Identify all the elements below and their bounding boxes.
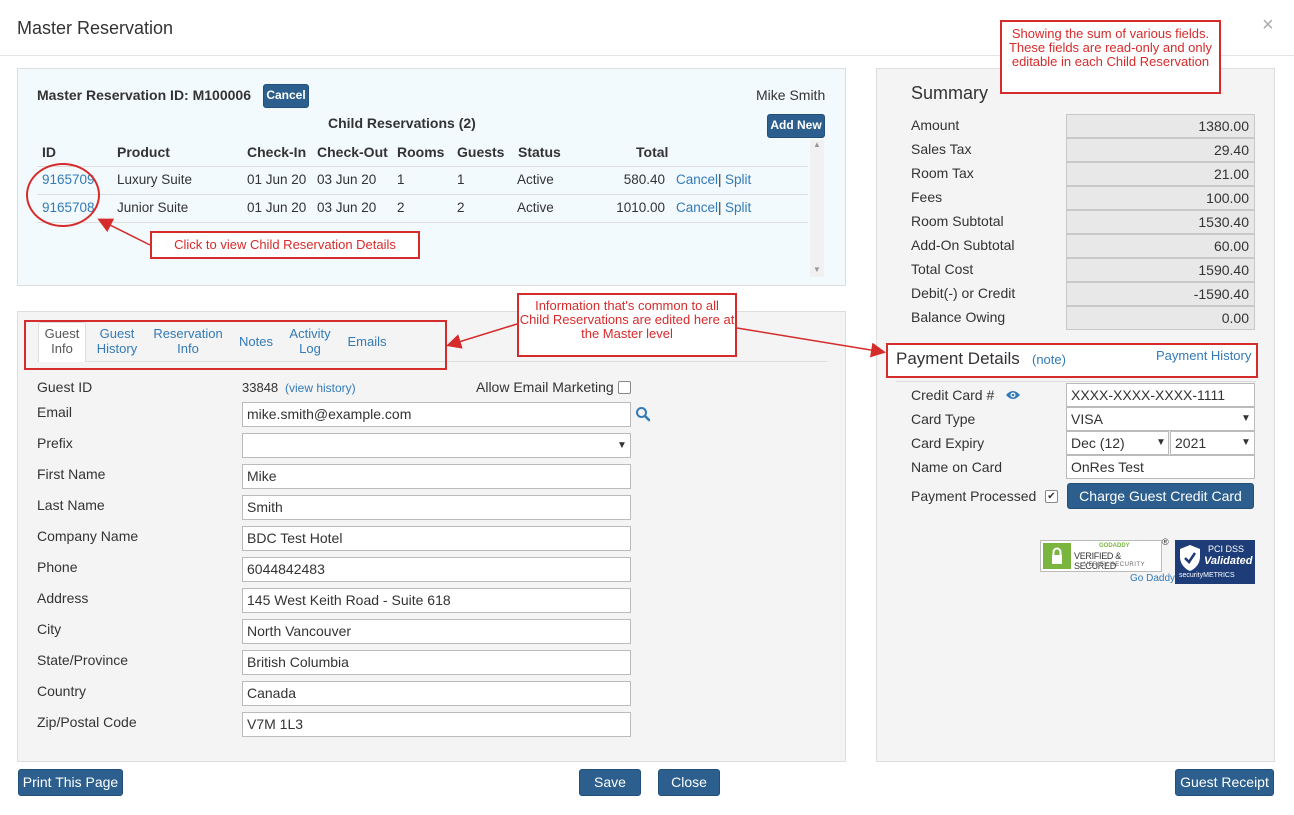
arrow-to-tabs [446, 323, 518, 349]
arrow-to-payment [736, 327, 886, 358]
annotation-arrows [97, 218, 886, 358]
arrow-to-ids [97, 218, 151, 246]
